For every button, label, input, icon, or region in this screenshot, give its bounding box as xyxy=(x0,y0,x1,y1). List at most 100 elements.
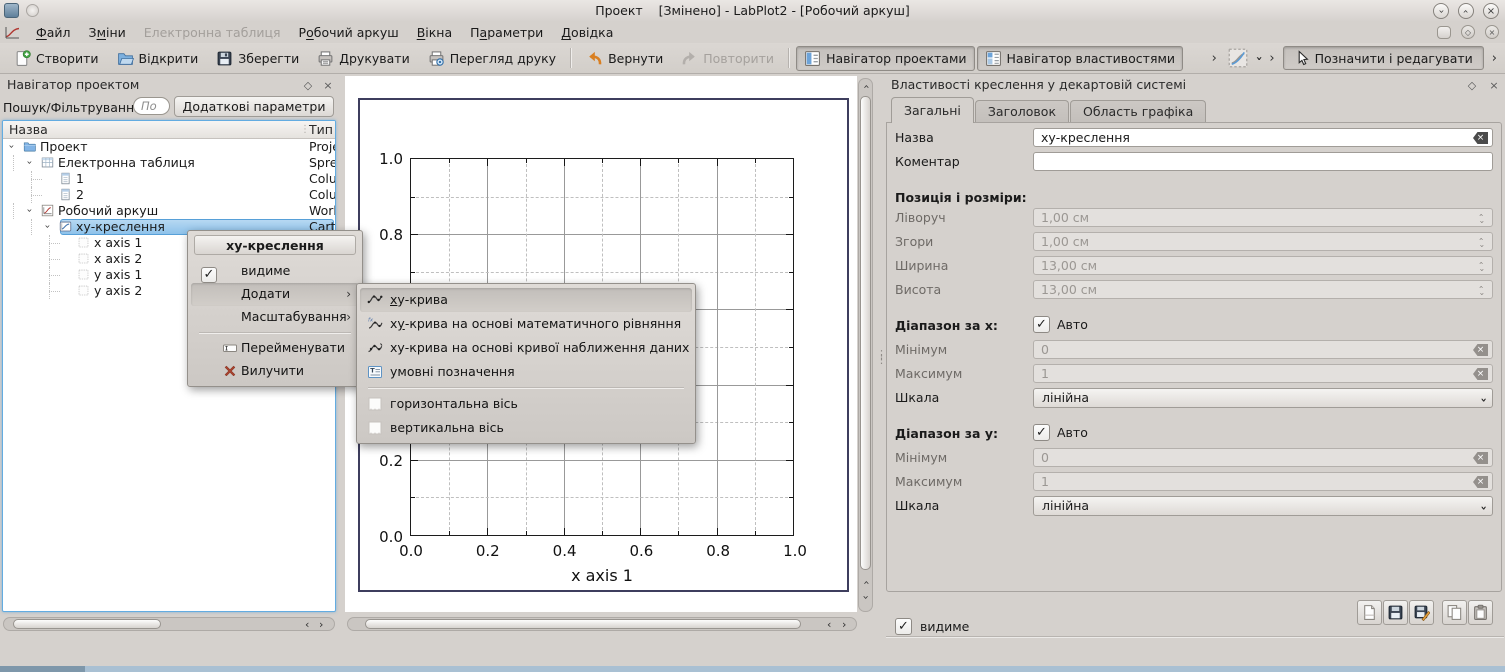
submenu-item-xy-curve[interactable]: ху-крива xyxy=(360,288,692,312)
expander-icon[interactable]: › xyxy=(27,155,31,170)
mdi-minimize-icon[interactable] xyxy=(1437,26,1451,39)
spin-down-icon[interactable]: › xyxy=(1477,266,1487,274)
load-template-button[interactable] xyxy=(1357,600,1382,625)
clear-text-icon[interactable]: × xyxy=(1473,476,1488,488)
expander-icon[interactable]: › xyxy=(9,139,13,154)
new-curve-tool-button[interactable] xyxy=(1225,46,1251,70)
tab-Область графіка[interactable]: Область графіка xyxy=(1070,100,1206,123)
y-min-input[interactable]: 0× xyxy=(1033,448,1493,467)
paste-button[interactable] xyxy=(1468,600,1493,625)
y-max-input[interactable]: 1× xyxy=(1033,472,1493,491)
menu-edit[interactable]: Зміни xyxy=(80,23,135,42)
properties-explorer-button[interactable]: Навігатор властивостями xyxy=(977,46,1184,71)
worksheet-vscrollbar[interactable]: › › › xyxy=(858,78,873,612)
tab-Загальні[interactable]: Загальні xyxy=(891,97,974,123)
print-preview-button[interactable]: Перегляд друку xyxy=(420,46,564,71)
expander-icon[interactable]: › xyxy=(45,219,49,234)
menu-file[interactable]: Файл xyxy=(27,23,80,42)
clear-text-icon[interactable]: × xyxy=(1473,368,1488,380)
submenu-item-horizontal-axis[interactable]: горизонтальна вісь xyxy=(360,392,692,416)
tree-header[interactable]: Назва ⋮ Тип xyxy=(3,121,335,139)
submenu-item-legend[interactable]: Tумовні позначення xyxy=(360,360,692,384)
tree-row[interactable]: 2Colu xyxy=(3,187,335,203)
context-menu-item-rename[interactable]: Перейменувати xyxy=(191,337,359,360)
spin-down-icon[interactable]: › xyxy=(1477,218,1487,226)
print-button[interactable]: Друкувати xyxy=(309,46,417,71)
menu-windows[interactable]: Вікна xyxy=(408,23,461,42)
menu-settings[interactable]: Параметри xyxy=(461,23,552,42)
x-max-input[interactable]: 1× xyxy=(1033,364,1493,383)
open-button[interactable]: Відкрити xyxy=(109,46,207,71)
paste-icon xyxy=(1472,604,1489,621)
menu-worksheet[interactable]: Робочий аркуш xyxy=(290,23,408,42)
name-input[interactable]: ху-креслення× xyxy=(1033,128,1493,147)
project-tree-hscrollbar[interactable]: ‹ › xyxy=(3,617,335,631)
chevron-down-icon[interactable]: › xyxy=(1257,52,1262,65)
dock-close-icon[interactable]: × xyxy=(320,77,336,94)
dock-float-icon[interactable]: ◇ xyxy=(1464,77,1480,94)
new-label: Створити xyxy=(36,51,99,66)
new-button[interactable]: Створити xyxy=(6,46,107,71)
search-input[interactable] xyxy=(133,97,170,115)
tree-row[interactable]: ›Робочий аркушWork xyxy=(3,203,335,219)
x-range-auto-checkbox[interactable]: ✓ xyxy=(1033,316,1050,333)
comment-input[interactable] xyxy=(1033,152,1493,171)
clear-text-icon[interactable]: × xyxy=(1473,344,1488,356)
axis-icon xyxy=(77,236,90,249)
mdi-restore-icon[interactable]: ◇ xyxy=(1461,25,1475,39)
x-tick-label: 0.6 xyxy=(619,542,663,560)
tree-row[interactable]: 1Colu xyxy=(3,171,335,187)
top-spinbox[interactable]: 1,00 см›› xyxy=(1033,232,1493,251)
x-min-input[interactable]: 0× xyxy=(1033,340,1493,359)
menu-help[interactable]: Довідка xyxy=(552,23,622,42)
mdi-close-icon[interactable]: × xyxy=(1485,25,1499,39)
context-menu-item-zoom[interactable]: Масштабування› xyxy=(191,306,359,329)
dock-float-icon[interactable]: ◇ xyxy=(300,77,316,94)
svg-text:fx: fx xyxy=(368,318,374,324)
dock-splitter-handle[interactable]: ⋮⋮ xyxy=(876,352,884,362)
dock-close-icon[interactable]: × xyxy=(1486,77,1502,94)
minimize-icon[interactable]: › xyxy=(1433,3,1449,19)
save-button[interactable]: Зберегти xyxy=(208,46,307,71)
height-spinbox[interactable]: 13,00 см›› xyxy=(1033,280,1493,299)
toolbar-extension-chevron-icon[interactable]: › xyxy=(1210,51,1219,66)
width-spinbox[interactable]: 13,00 см›› xyxy=(1033,256,1493,275)
spin-down-icon[interactable]: › xyxy=(1477,290,1487,298)
tree-item-type: Colu xyxy=(309,187,336,202)
context-menu-item-delete[interactable]: Вилучити xyxy=(191,360,359,383)
save-template-button[interactable] xyxy=(1383,600,1408,625)
save-as-default-button[interactable] xyxy=(1409,600,1434,625)
y-range-auto-checkbox[interactable]: ✓ xyxy=(1033,424,1050,441)
field-label: Максимум xyxy=(895,474,962,489)
worksheet-hscrollbar[interactable]: ‹ › xyxy=(347,617,857,631)
toolbar-extension-chevron-icon[interactable]: › xyxy=(1490,51,1499,66)
submenu-item-vertical-axis[interactable]: вертикальна вісь xyxy=(360,416,692,440)
tree-row[interactable]: ›ПроектProje xyxy=(3,139,335,155)
y-scale-combobox[interactable]: лінійна› xyxy=(1033,496,1493,516)
undo-button[interactable]: Вернути xyxy=(578,46,671,71)
maximize-icon[interactable]: › xyxy=(1458,3,1474,19)
copy-button[interactable] xyxy=(1442,600,1467,625)
tab-Заголовок[interactable]: Заголовок xyxy=(975,100,1069,123)
close-icon[interactable]: × xyxy=(1483,3,1499,19)
clear-text-icon[interactable]: × xyxy=(1473,132,1488,144)
x-scale-combobox[interactable]: лінійна› xyxy=(1033,388,1493,408)
left-spinbox[interactable]: 1,00 см›› xyxy=(1033,208,1493,227)
visible-checkbox[interactable]: ✓ xyxy=(895,618,912,635)
form-row-y-min: Мінімум0× xyxy=(887,448,1501,468)
project-explorer-button[interactable]: Навігатор проектами xyxy=(796,46,974,71)
clear-text-icon[interactable]: × xyxy=(1473,452,1488,464)
select-and-edit-mode-button[interactable]: Позначити і редагувати xyxy=(1283,46,1484,70)
spin-down-icon[interactable]: › xyxy=(1477,242,1487,250)
context-menu-item-add[interactable]: Додати› xyxy=(191,283,359,306)
advanced-options-button[interactable]: Додаткові параметри xyxy=(174,96,334,117)
auto-label: Авто xyxy=(1057,425,1088,440)
submenu-item-xy-equation-curve[interactable]: fxху-крива на основі математичного рівня… xyxy=(360,312,692,336)
expander-icon[interactable]: › xyxy=(27,203,31,218)
redo-button[interactable]: Повторити xyxy=(673,46,782,71)
y-tick-label: 0.2 xyxy=(361,452,403,470)
context-menu-item-visible[interactable]: ✓видиме xyxy=(191,260,359,283)
tree-row[interactable]: ›Електронна таблицяSpre xyxy=(3,155,335,171)
toolbar-extension-chevron-icon[interactable]: › xyxy=(1267,51,1276,66)
submenu-item-xy-fit-curve[interactable]: ху-крива на основі кривої наближення дан… xyxy=(360,336,692,360)
